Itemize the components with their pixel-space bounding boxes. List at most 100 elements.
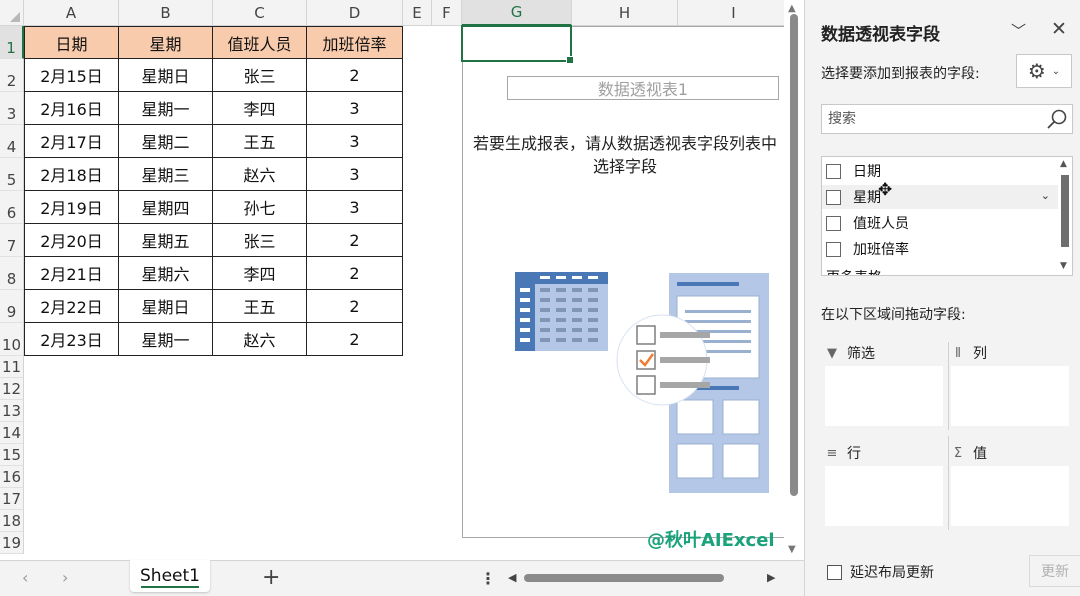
row-header-16[interactable]: 16 — [0, 466, 24, 488]
table-cell[interactable]: 星期日 — [119, 59, 213, 92]
more-options-icon[interactable]: ⋮ — [480, 569, 496, 588]
field-item-date[interactable]: 日期 — [822, 159, 1058, 183]
table-cell[interactable]: 3 — [307, 92, 403, 125]
table-cell[interactable]: 3 — [307, 158, 403, 191]
column-header-a[interactable]: A — [24, 0, 119, 26]
table-header-cell[interactable]: 星期 — [119, 26, 213, 59]
field-item-staff[interactable]: 值班人员 — [822, 211, 1058, 235]
table-header-cell[interactable]: 加班倍率 — [307, 26, 403, 59]
table-cell[interactable]: 2月21日 — [24, 257, 119, 290]
table-cell[interactable]: 李四 — [213, 257, 307, 290]
row-header-19[interactable]: 19 — [0, 532, 24, 554]
table-cell[interactable]: 王五 — [213, 290, 307, 323]
table-cell[interactable]: 赵六 — [213, 323, 307, 356]
table-cell[interactable]: 2月19日 — [24, 191, 119, 224]
field-item-weekday[interactable]: 星期 ⌄ — [822, 185, 1058, 209]
field-checkbox[interactable] — [826, 215, 841, 231]
table-cell[interactable]: 星期日 — [119, 290, 213, 323]
close-icon[interactable]: ✕ — [1051, 18, 1067, 40]
row-header-10[interactable]: 10 — [0, 323, 24, 356]
column-header-e[interactable]: E — [403, 0, 432, 26]
row-header-12[interactable]: 12 — [0, 378, 24, 400]
table-cell[interactable]: 星期三 — [119, 158, 213, 191]
columns-drop-zone[interactable] — [951, 366, 1069, 426]
field-dropdown-icon[interactable]: ⌄ — [1041, 189, 1050, 202]
table-cell[interactable]: 3 — [307, 125, 403, 158]
defer-layout-update[interactable]: 延迟布局更新 — [827, 562, 934, 582]
table-cell[interactable]: 3 — [307, 191, 403, 224]
values-drop-zone[interactable] — [951, 466, 1069, 526]
row-header-15[interactable]: 15 — [0, 444, 24, 466]
table-cell[interactable]: 赵六 — [213, 158, 307, 191]
next-sheet-icon[interactable]: › — [62, 568, 68, 587]
search-box[interactable] — [821, 104, 1073, 134]
row-header-11[interactable]: 11 — [0, 356, 24, 378]
chevron-down-icon[interactable]: ﹀ — [1011, 20, 1026, 41]
column-header-d[interactable]: D — [307, 0, 403, 26]
table-cell[interactable]: 2 — [307, 59, 403, 92]
table-cell[interactable]: 2月15日 — [24, 59, 119, 92]
scroll-right-icon[interactable]: ▶ — [767, 571, 775, 584]
table-cell[interactable]: 张三 — [213, 224, 307, 257]
row-header-7[interactable]: 7 — [0, 224, 24, 257]
add-sheet-button[interactable]: + — [262, 565, 280, 590]
row-header-18[interactable]: 18 — [0, 510, 24, 532]
table-cell[interactable]: 2月17日 — [24, 125, 119, 158]
table-cell[interactable]: 星期五 — [119, 224, 213, 257]
table-cell[interactable]: 星期四 — [119, 191, 213, 224]
table-cell[interactable]: 2月20日 — [24, 224, 119, 257]
table-cell[interactable]: 2月22日 — [24, 290, 119, 323]
row-header-3[interactable]: 3 — [0, 92, 24, 125]
column-header-c[interactable]: C — [213, 0, 307, 26]
table-cell[interactable]: 星期一 — [119, 323, 213, 356]
table-cell[interactable]: 张三 — [213, 59, 307, 92]
scroll-down-icon[interactable]: ▼ — [1060, 261, 1067, 271]
field-list-scroll-thumb[interactable] — [1061, 175, 1069, 247]
table-cell[interactable]: 孙七 — [213, 191, 307, 224]
table-header-cell[interactable]: 值班人员 — [213, 26, 307, 59]
table-cell[interactable]: 星期六 — [119, 257, 213, 290]
table-cell[interactable]: 2 — [307, 224, 403, 257]
row-header-5[interactable]: 5 — [0, 158, 24, 191]
rows-drop-zone[interactable] — [825, 466, 943, 526]
column-header-h[interactable]: H — [572, 0, 678, 26]
field-checkbox[interactable] — [826, 241, 841, 257]
table-cell[interactable]: 2月23日 — [24, 323, 119, 356]
column-header-g[interactable]: G — [462, 0, 572, 26]
sheet-tab-sheet1[interactable]: Sheet1 — [130, 560, 210, 592]
field-list[interactable]: 日期 星期 ⌄ 值班人员 加班倍率 更多表格... ▲ ▼ — [821, 156, 1073, 276]
vertical-scrollbar[interactable]: ▲ ▼ — [784, 0, 804, 560]
update-button[interactable]: 更新 — [1029, 555, 1080, 587]
search-icon[interactable] — [1044, 107, 1070, 133]
table-cell[interactable]: 2 — [307, 290, 403, 323]
row-header-1[interactable]: 1 — [0, 26, 24, 59]
row-header-17[interactable]: 17 — [0, 488, 24, 510]
more-tables-link[interactable]: 更多表格... — [826, 267, 895, 275]
values-area[interactable]: Σ值 — [951, 440, 1069, 526]
select-all-corner[interactable] — [0, 0, 24, 26]
scroll-up-icon[interactable]: ▲ — [1060, 159, 1067, 169]
search-input[interactable] — [828, 109, 1038, 129]
table-cell[interactable]: 2月16日 — [24, 92, 119, 125]
filter-area[interactable]: ▼ 筛选 — [825, 340, 943, 426]
row-header-6[interactable]: 6 — [0, 191, 24, 224]
field-list-scrollbar[interactable]: ▲ ▼ — [1058, 157, 1072, 275]
vertical-scroll-thumb[interactable] — [790, 14, 798, 496]
row-header-9[interactable]: 9 — [0, 290, 24, 323]
column-header-f[interactable]: F — [432, 0, 462, 26]
table-cell[interactable]: 王五 — [213, 125, 307, 158]
table-cell[interactable]: 2 — [307, 323, 403, 356]
field-checkbox[interactable] — [826, 189, 841, 205]
rows-area[interactable]: ≡ 行 — [825, 440, 943, 526]
defer-checkbox[interactable] — [827, 564, 842, 580]
table-cell[interactable]: 2月18日 — [24, 158, 119, 191]
row-header-14[interactable]: 14 — [0, 422, 24, 444]
horizontal-scroll-thumb[interactable] — [524, 574, 724, 582]
columns-area[interactable]: ⦀ 列 — [951, 340, 1069, 426]
table-cell[interactable]: 2 — [307, 257, 403, 290]
prev-sheet-icon[interactable]: ‹ — [22, 568, 28, 587]
filter-drop-zone[interactable] — [825, 366, 943, 426]
column-header-i[interactable]: I — [678, 0, 790, 26]
scroll-down-icon[interactable]: ▼ — [788, 544, 796, 555]
column-header-b[interactable]: B — [119, 0, 213, 26]
